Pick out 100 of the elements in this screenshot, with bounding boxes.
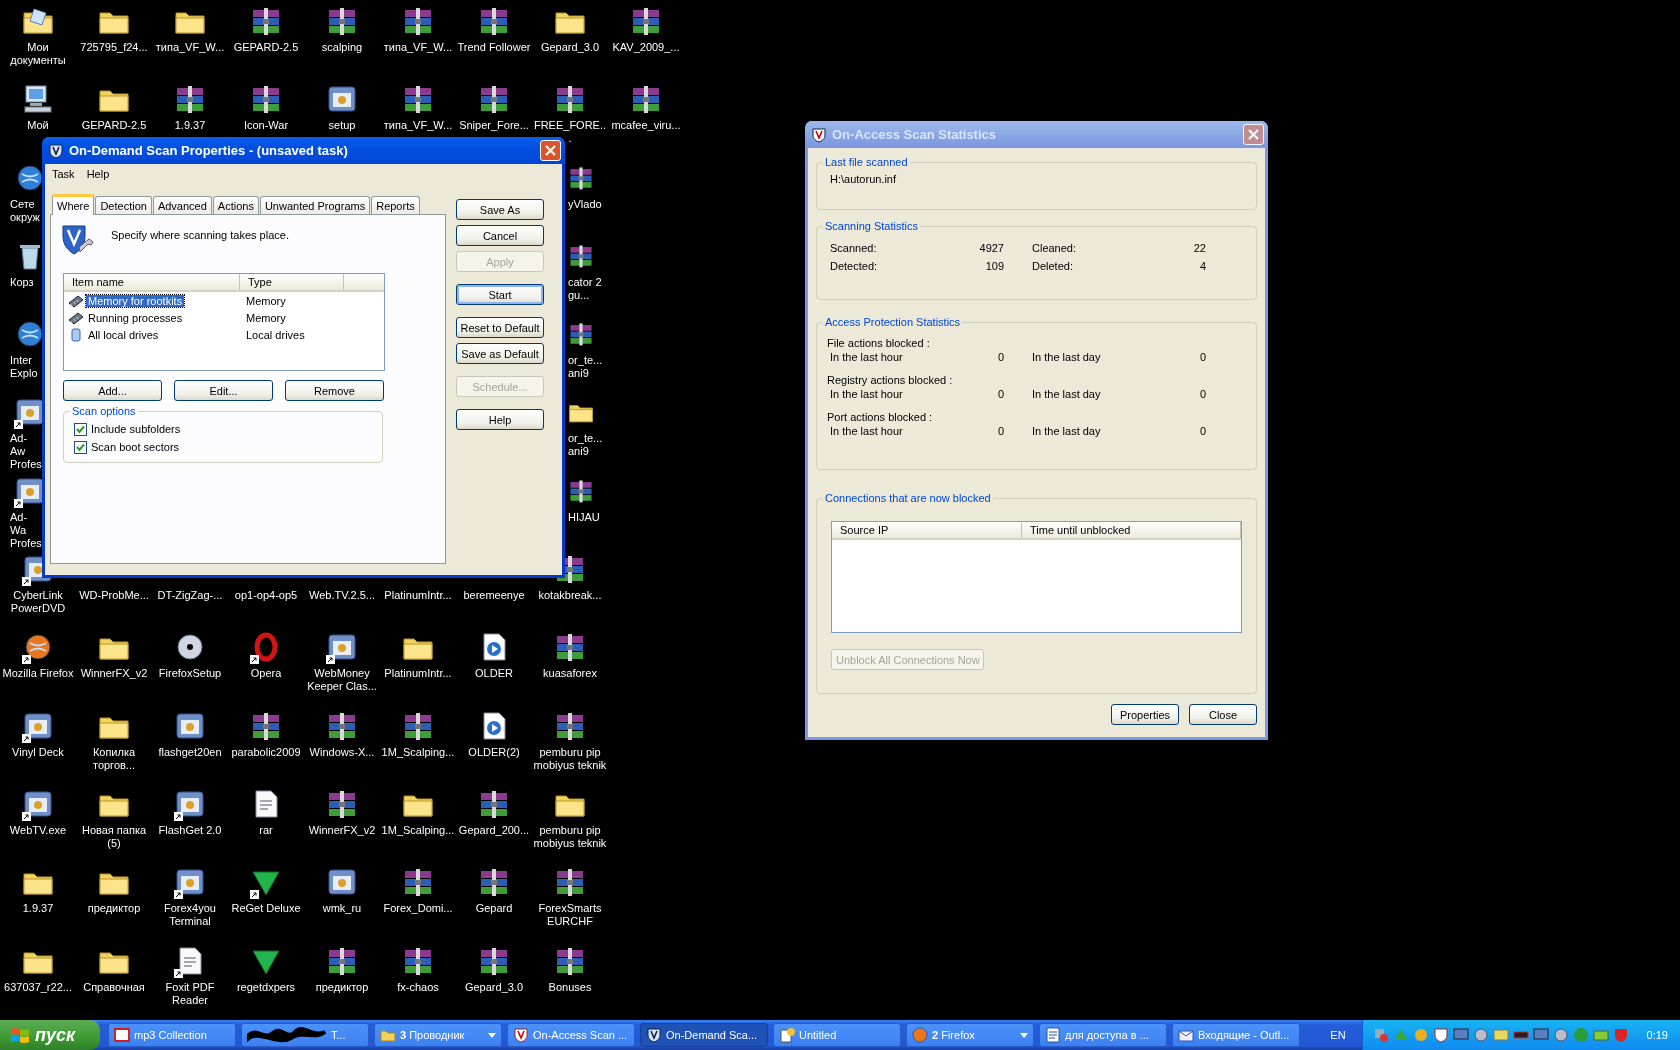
desktop-icon-label[interactable]: WebMoney Keeper Clas... — [305, 667, 379, 694]
desktop-icon-label[interactable]: KAV_2009_... — [609, 41, 683, 54]
desktop-icon-label[interactable]: setup — [305, 119, 379, 133]
desktop-icon-label[interactable]: wmk_ru — [305, 902, 379, 916]
column-header[interactable]: Type — [240, 274, 344, 290]
desktop-icon-label[interactable]: yVlado — [568, 197, 614, 211]
desktop-icon-label[interactable]: mcafee_viru... — [609, 119, 683, 133]
desktop-icon-label[interactable]: regetdxpers — [229, 980, 303, 994]
desktop-icon-label[interactable]: WebTV.exe — [1, 823, 75, 837]
desktop-icon-label[interactable]: Web.TV.2.5... — [305, 589, 379, 603]
desktop-icon-label[interactable]: ForexSmarts EURCHF — [533, 902, 607, 929]
list-item[interactable]: Running processes — [86, 312, 185, 324]
tab[interactable]: Reports — [371, 196, 420, 214]
desktop-icon-label[interactable]: Opera — [229, 667, 303, 681]
desktop-icon-label[interactable]: Ad-Wa Profes — [10, 510, 42, 550]
desktop-icon-label[interactable]: WinnerFX_v2 — [305, 823, 379, 837]
desktop-icon-label[interactable]: WD-ProbMe... — [77, 589, 151, 603]
dialog-button[interactable]: Reset to Default — [456, 317, 544, 338]
tab[interactable]: Where — [52, 194, 95, 215]
taskbar-button[interactable]: On-Demand Sca... — [640, 1023, 768, 1047]
tab[interactable]: Advanced — [152, 196, 212, 214]
desktop-icon-label[interactable]: ReGet Deluxe — [229, 902, 303, 916]
desktop-icon-label[interactable]: Icon-War — [229, 119, 303, 133]
dialog-button[interactable]: Close — [1189, 704, 1257, 725]
column-header[interactable]: Item name — [64, 274, 240, 290]
tab[interactable]: Unwanted Programs — [259, 196, 371, 214]
desktop-icon-label[interactable]: Vinyl Deck — [1, 745, 75, 759]
desktop-icon-label[interactable]: Сете окруж — [10, 197, 42, 224]
desktop-icon-label[interactable]: Inter Explo — [10, 354, 42, 381]
desktop-icon-label[interactable]: предиктор — [77, 902, 151, 916]
dialog-button[interactable]: Save As — [456, 199, 544, 220]
list-item[interactable]: Memory for rootkits — [86, 295, 185, 307]
tab[interactable]: Actions — [212, 196, 259, 214]
desktop-icon-label[interactable]: Forex4you Terminal — [153, 902, 227, 929]
close-button[interactable] — [540, 140, 561, 161]
checkbox-label[interactable]: Scan boot sectors — [91, 441, 180, 453]
desktop-icon-label[interactable]: Мои документы — [1, 41, 75, 67]
column-header[interactable]: Time until unblocked — [1022, 522, 1241, 538]
desktop-icon-label[interactable]: предиктор — [305, 980, 379, 994]
desktop-icon-label[interactable]: FlashGet 2.0 — [153, 823, 227, 837]
desktop-icon-label[interactable]: 1M_Scalping... — [381, 823, 455, 837]
checkbox[interactable] — [74, 440, 87, 454]
desktop-icon-label[interactable]: 725795_f24... — [77, 41, 151, 54]
desktop-icon-label[interactable]: OLDER(2) — [457, 745, 531, 759]
list-button[interactable]: Edit... — [174, 380, 273, 401]
desktop-icon-label[interactable]: Копилка торгов... — [77, 745, 151, 772]
desktop-icon-label[interactable]: kuasaforex — [533, 667, 607, 681]
dialog-button[interactable]: Start — [456, 284, 544, 305]
column-header[interactable]: Source IP — [832, 522, 1022, 538]
menu-item[interactable]: Task — [47, 168, 80, 180]
desktop-icon-label[interactable]: CyberLink PowerDVD — [1, 589, 75, 616]
desktop-icon-label[interactable]: rar — [229, 823, 303, 837]
desktop-icon-label[interactable]: parabolic2009 — [229, 745, 303, 759]
desktop-icon-label[interactable]: Windows-X... — [305, 745, 379, 759]
tray-icon[interactable] — [1472, 1027, 1489, 1043]
desktop-icon-label[interactable]: типа_VF_W... — [153, 41, 227, 54]
desktop-icon-label[interactable]: типа_VF_W... — [381, 41, 455, 54]
desktop-icon-label[interactable]: cator 2 gu... — [568, 275, 614, 302]
desktop-icon-label[interactable]: типа_VF_W... — [381, 119, 455, 133]
desktop-icon-label[interactable]: fx-chaos — [381, 980, 455, 994]
tab[interactable]: Detection — [95, 196, 152, 214]
desktop-icon-label[interactable]: beremeenye — [457, 589, 531, 603]
desktop-icon-label[interactable]: PlatinumIntr... — [381, 667, 455, 681]
desktop-icon-label[interactable]: Trend Follower — [457, 41, 531, 54]
desktop-icon-label[interactable]: Bonuses — [533, 980, 607, 994]
shield-icon[interactable] — [1432, 1027, 1449, 1043]
desktop-icon-label[interactable]: GEPARD-2.5 — [77, 119, 151, 133]
list-button[interactable]: Remove — [285, 380, 384, 401]
desktop-icon-label[interactable]: Справочная — [77, 980, 151, 994]
dialog-button[interactable]: Save as Default — [456, 343, 544, 364]
desktop-icon-label[interactable]: kotakbreak... — [533, 589, 607, 603]
desktop-icon-label[interactable]: pemburu pip mobiyus teknik — [533, 823, 607, 850]
desktop-icon-label[interactable]: Новая папка (5) — [77, 823, 151, 850]
desktop-icon-label[interactable]: or_te... ani9 — [568, 354, 614, 381]
desktop-icon-label[interactable]: pemburu pip mobiyus teknik — [533, 745, 607, 772]
desktop-icon-label[interactable]: 1.9.37 — [153, 119, 227, 133]
desktop-icon-label[interactable]: Ad-Aw Profes — [10, 432, 42, 472]
desktop-icon-label[interactable]: 637037_r22... — [1, 980, 75, 994]
desktop-icon-label[interactable]: Forex_Domi... — [381, 902, 455, 916]
desktop-icon-label[interactable]: Gepard — [457, 902, 531, 916]
desktop-icon-label[interactable]: Gepard_3.0 — [457, 980, 531, 994]
tray-icon[interactable] — [1552, 1027, 1569, 1043]
language-indicator[interactable]: EN — [1330, 1029, 1346, 1041]
list-item[interactable]: All local drives — [86, 329, 161, 341]
desktop-icon-label[interactable]: Gepard_3.0 — [533, 41, 607, 54]
desktop-icon-label[interactable]: Sniper_Fore... — [457, 119, 531, 133]
desktop-icon-label[interactable]: flashget20en — [153, 745, 227, 759]
desktop-icon-label[interactable]: scalping — [305, 41, 379, 54]
desktop-icon-label[interactable]: FirefoxSetup — [153, 667, 227, 681]
desktop-icon-label[interactable]: Foxit PDF Reader — [153, 980, 227, 1007]
desktop-icon-label[interactable]: FREE_FORE... — [533, 119, 607, 146]
dialog-button[interactable]: Help — [456, 409, 544, 430]
desktop-icon-label[interactable]: 1.9.37 — [1, 902, 75, 916]
desktop-icon-label[interactable]: DT-ZigZag-... — [153, 589, 227, 603]
dialog-button[interactable]: Properties — [1111, 704, 1179, 725]
desktop-icon-label[interactable]: PlatinumIntr... — [381, 589, 455, 603]
menu-item[interactable]: Help — [81, 168, 115, 180]
desktop-icon-label[interactable]: Gepard_200... — [457, 823, 531, 837]
list-button[interactable]: Add... — [63, 380, 162, 401]
desktop-icon-label[interactable]: Mozilla Firefox — [1, 667, 75, 681]
